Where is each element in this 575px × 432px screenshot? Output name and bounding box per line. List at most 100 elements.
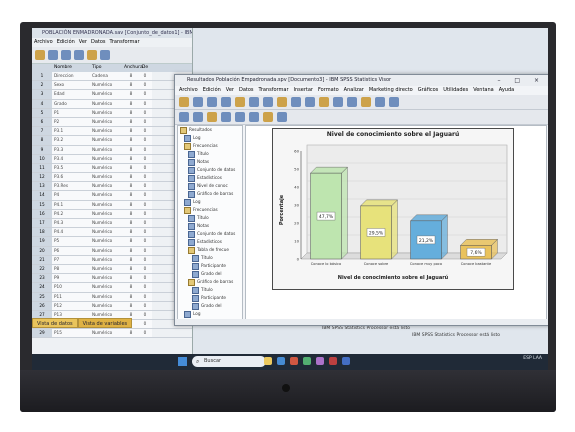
- grid-column-header[interactable]: Anchura: [124, 64, 143, 72]
- editor-menu-item-3[interactable]: Datos: [91, 39, 106, 45]
- table-cell[interactable]: 8: [124, 191, 138, 200]
- redo-icon[interactable]: [100, 50, 110, 60]
- table-cell[interactable]: 0: [138, 320, 152, 329]
- outline-item[interactable]: Log: [178, 310, 242, 318]
- table-row[interactable]: 10 P3.4 Numérico 8 0: [32, 154, 192, 164]
- table-cell[interactable]: 0: [138, 219, 152, 228]
- table-cell[interactable]: 8: [124, 246, 138, 255]
- table-row[interactable]: 19 P5 Numérico 8 0: [32, 237, 192, 247]
- table-row[interactable]: 17 P4.3 Numérico 8 0: [32, 219, 192, 229]
- table-cell[interactable]: 0: [138, 283, 152, 292]
- chart-builder-icon[interactable]: [305, 97, 315, 107]
- outline-item[interactable]: Gráfico de barras: [178, 190, 242, 198]
- outline-item[interactable]: Título: [178, 286, 242, 294]
- table-cell[interactable]: 8: [124, 301, 138, 310]
- back-icon[interactable]: [179, 112, 189, 122]
- spss-icon[interactable]: [329, 357, 337, 365]
- value-labels-icon[interactable]: [389, 97, 399, 107]
- table-cell[interactable]: Numérico: [90, 255, 124, 264]
- table-cell[interactable]: 8: [124, 228, 138, 237]
- table-row[interactable]: 26 P12 Numérico 8 0: [32, 301, 192, 311]
- table-cell[interactable]: 8: [124, 99, 138, 108]
- outline-item[interactable]: Grado del: [178, 270, 242, 278]
- outline-item[interactable]: Notas: [178, 158, 242, 166]
- table-cell[interactable]: 8: [124, 255, 138, 264]
- edge-icon[interactable]: [277, 357, 285, 365]
- table-cell[interactable]: Numérico: [90, 292, 124, 301]
- table-cell[interactable]: Numérico: [90, 274, 124, 283]
- grid-column-header[interactable]: De: [138, 64, 152, 72]
- row-number[interactable]: 5: [32, 108, 52, 117]
- table-row[interactable]: 9 P3.3 Numérico 8 0: [32, 145, 192, 155]
- table-cell[interactable]: 0: [138, 145, 152, 154]
- print-icon[interactable]: [207, 97, 217, 107]
- table-cell[interactable]: 8: [124, 264, 138, 274]
- row-number[interactable]: 10: [32, 154, 52, 163]
- outline-item[interactable]: Estadísticos: [178, 174, 242, 182]
- table-cell[interactable]: P1: [52, 108, 90, 117]
- row-number[interactable]: 25: [32, 292, 52, 301]
- row-number[interactable]: 3: [32, 90, 52, 99]
- table-row[interactable]: 15 P4.1 Numérico 8 0: [32, 200, 192, 210]
- table-cell[interactable]: 0: [138, 182, 152, 191]
- table-cell[interactable]: 0: [138, 274, 152, 283]
- table-cell[interactable]: 0: [138, 301, 152, 310]
- grid-column-header[interactable]: Nombre: [52, 64, 90, 72]
- viewer-menu-item-8[interactable]: Marketing directo: [369, 87, 413, 93]
- table-cell[interactable]: 0: [138, 209, 152, 218]
- row-number[interactable]: 15: [32, 200, 52, 209]
- outline-item[interactable]: Participante: [178, 294, 242, 302]
- table-cell[interactable]: 8: [124, 219, 138, 228]
- table-row[interactable]: 14 P4 Numérico 8 0: [32, 191, 192, 201]
- viewer-menu-item-11[interactable]: Ventana: [473, 87, 494, 93]
- row-number[interactable]: 9: [32, 145, 52, 154]
- row-number[interactable]: 29: [32, 329, 52, 338]
- table-cell[interactable]: Numérico: [90, 219, 124, 228]
- table-cell[interactable]: P3.4: [52, 154, 90, 163]
- table-cell[interactable]: Numérico: [90, 301, 124, 310]
- outline-item[interactable]: Título: [178, 150, 242, 158]
- export-icon[interactable]: [221, 97, 231, 107]
- table-cell[interactable]: Sexo: [52, 81, 90, 90]
- editor-menu-item-4[interactable]: Transformar: [110, 39, 140, 45]
- bar-chart[interactable]: Nivel de conocimiento sobre el Jaguarú P…: [272, 128, 514, 290]
- demote-icon[interactable]: [221, 112, 231, 122]
- viewer-menu-item-7[interactable]: Analizar: [344, 87, 364, 93]
- find-icon[interactable]: [333, 97, 343, 107]
- variables-icon[interactable]: [319, 97, 329, 107]
- table-cell[interactable]: 8: [124, 182, 138, 191]
- table-cell[interactable]: 8: [124, 127, 138, 136]
- table-row[interactable]: 13 P3.Res Numérico 8 0: [32, 182, 192, 192]
- open-icon[interactable]: [179, 97, 189, 107]
- save-icon[interactable]: [48, 50, 58, 60]
- table-cell[interactable]: P15: [52, 329, 90, 338]
- table-cell[interactable]: P9: [52, 274, 90, 283]
- table-cell[interactable]: P4.2: [52, 209, 90, 218]
- row-number[interactable]: 13: [32, 182, 52, 191]
- table-cell[interactable]: 8: [124, 283, 138, 292]
- table-row[interactable]: 16 P4.2 Numérico 8 0: [32, 209, 192, 219]
- outline-item[interactable]: Tabla de frecue: [178, 246, 242, 254]
- viewer-menu-item-9[interactable]: Gráficos: [418, 87, 439, 93]
- table-cell[interactable]: 0: [138, 310, 152, 320]
- table-cell[interactable]: 8: [124, 117, 138, 127]
- table-cell[interactable]: Numérico: [90, 163, 124, 173]
- table-cell[interactable]: 0: [138, 246, 152, 255]
- outline-item[interactable]: Título: [178, 214, 242, 222]
- table-cell[interactable]: 0: [138, 255, 152, 264]
- select-cases-icon[interactable]: [375, 97, 385, 107]
- table-cell[interactable]: Numérico: [90, 154, 124, 163]
- table-cell[interactable]: 0: [138, 200, 152, 209]
- chrome-icon[interactable]: [290, 357, 298, 365]
- table-cell[interactable]: 0: [138, 173, 152, 182]
- table-row[interactable]: 24 P10 Numérico 8 0: [32, 283, 192, 293]
- viewer-menu-item-12[interactable]: Ayuda: [499, 87, 514, 93]
- taskbar-search-input[interactable]: ⌕ Buscar: [192, 356, 266, 367]
- row-number[interactable]: 23: [32, 274, 52, 283]
- table-row[interactable]: 12 P3.6 Numérico 8 0: [32, 173, 192, 183]
- table-cell[interactable]: 0: [138, 99, 152, 108]
- table-row[interactable]: 6 P2 Numérico 8 0: [32, 117, 192, 128]
- row-number[interactable]: 19: [32, 237, 52, 246]
- outline-item[interactable]: Título: [178, 254, 242, 262]
- table-cell[interactable]: Numérico: [90, 200, 124, 209]
